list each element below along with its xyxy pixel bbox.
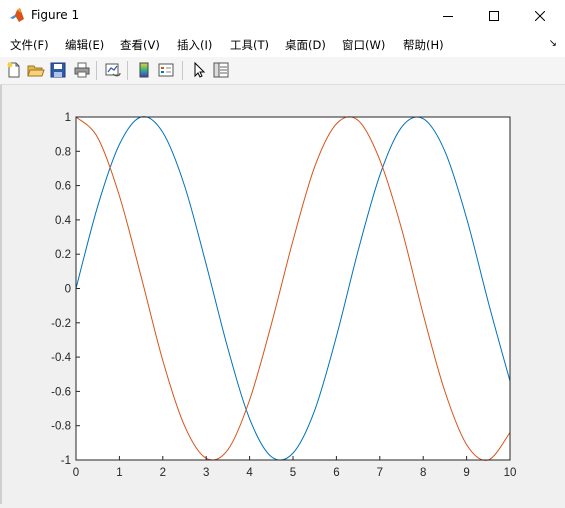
menu-bar: 文件(F) 编辑(E) 查看(V) 插入(I) 工具(T) 桌面(D) 窗口(W… <box>0 31 565 57</box>
y-tick-label: 0.8 <box>55 146 71 158</box>
y-tick-label: -0.6 <box>51 386 71 398</box>
minimize-icon <box>443 15 453 17</box>
menu-window[interactable]: 窗口(W) <box>342 37 385 53</box>
menu-view[interactable]: 查看(V) <box>120 37 160 53</box>
maximize-icon <box>489 10 499 21</box>
menu-tools[interactable]: 工具(T) <box>230 37 269 53</box>
menu-desktop[interactable]: 桌面(D) <box>285 37 326 53</box>
menu-edit[interactable]: 编辑(E) <box>65 37 104 53</box>
x-tick-label: 1 <box>116 467 122 479</box>
minimize-button[interactable] <box>425 0 471 31</box>
x-tick-label: 2 <box>160 467 166 479</box>
toolbar-separator <box>127 61 128 80</box>
maximize-button[interactable] <box>471 0 517 31</box>
matlab-logo-icon <box>9 7 25 23</box>
toolbar <box>0 57 565 85</box>
link-plot-icon[interactable] <box>104 61 122 79</box>
print-icon[interactable] <box>73 61 91 79</box>
pointer-icon[interactable] <box>190 61 208 79</box>
y-tick-label: -1 <box>61 455 71 467</box>
figure-window: Figure 1 文件(F) 编辑(E) 查看(V) 插入(I) 工具(T) 桌… <box>0 0 565 504</box>
legend-icon[interactable] <box>157 61 175 79</box>
close-icon <box>535 10 545 21</box>
x-tick-label: 8 <box>420 467 426 479</box>
x-tick-label: 7 <box>377 467 383 479</box>
x-tick-label: 9 <box>463 467 469 479</box>
y-tick-label: 0.4 <box>55 215 72 227</box>
menu-dock-arrow[interactable]: ↘ <box>549 38 557 49</box>
menu-file[interactable]: 文件(F) <box>10 37 49 53</box>
y-tick-label: 0.6 <box>55 181 71 193</box>
y-tick-label: -0.2 <box>51 318 71 330</box>
x-tick-label: 4 <box>246 467 253 479</box>
y-tick-label: 0 <box>65 284 71 296</box>
toolbar-separator <box>182 61 183 80</box>
title-bar[interactable]: Figure 1 <box>0 0 565 31</box>
x-tick-label: 5 <box>290 467 296 479</box>
new-figure-icon[interactable] <box>5 61 23 79</box>
window-title: Figure 1 <box>31 8 80 22</box>
colorbar-icon[interactable] <box>135 61 153 79</box>
menu-help[interactable]: 帮助(H) <box>403 37 444 53</box>
open-file-icon[interactable] <box>27 61 45 79</box>
x-tick-label: 10 <box>504 467 517 479</box>
save-icon[interactable] <box>49 61 67 79</box>
x-tick-label: 0 <box>73 467 79 479</box>
close-button[interactable] <box>517 0 563 31</box>
x-tick-label: 6 <box>333 467 339 479</box>
y-tick-label: 0.2 <box>55 249 71 261</box>
y-tick-label: -0.8 <box>51 421 71 433</box>
figure-canvas[interactable]: 0 1 2 3 4 5 6 7 8 9 10 1 0.8 0.6 0.4 0.2 0 -0.2 -0.4 -0.6 -0… <box>2 85 563 504</box>
toolbar-separator <box>96 61 97 80</box>
menu-insert[interactable]: 插入(I) <box>177 37 212 53</box>
y-tick-label: -0.4 <box>51 352 71 364</box>
plot-axes[interactable]: 0 1 2 3 4 5 6 7 8 9 10 1 0.8 0.6 0.4 0.2 0 -0.2 -0.4 -0.6 -0… <box>2 85 563 504</box>
y-tick-label: 1 <box>65 112 71 124</box>
axes-background <box>76 117 510 460</box>
x-tick-label: 3 <box>203 467 209 479</box>
property-inspector-icon[interactable] <box>212 61 230 79</box>
